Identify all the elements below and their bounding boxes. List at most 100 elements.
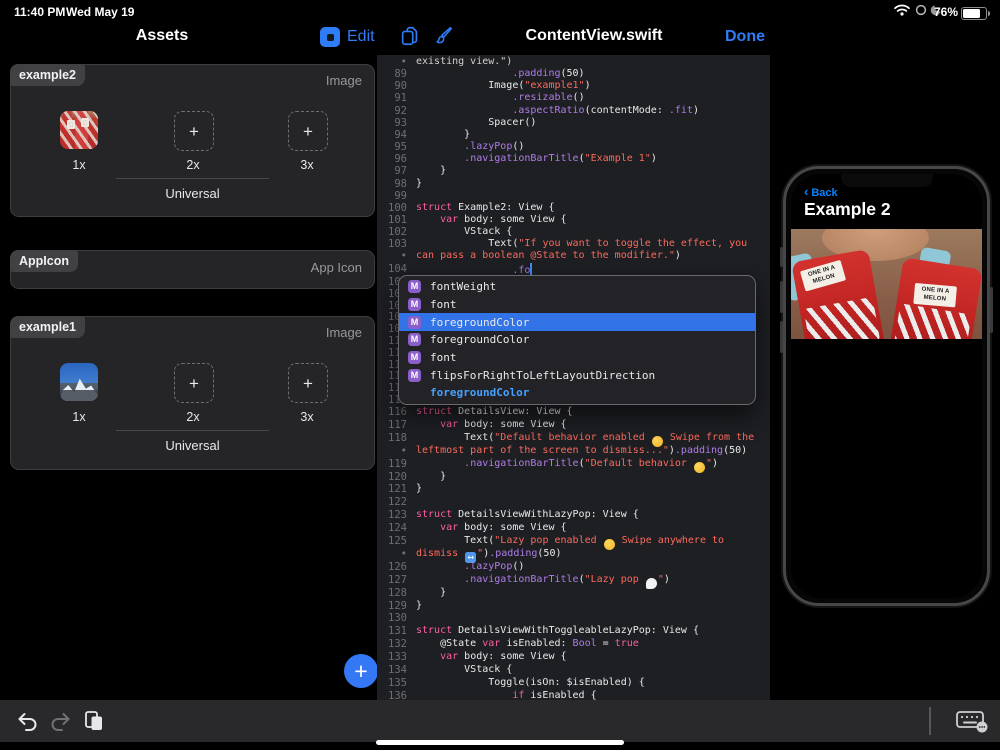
code-line[interactable]: 133 var body: some View { (377, 651, 770, 663)
code-line[interactable]: 119 .navigationBarTitle("Default behavio… (377, 458, 770, 470)
code-line[interactable]: •leftmost part of the screen to dismiss.… (377, 445, 770, 457)
code-line[interactable]: 120 } (377, 471, 770, 483)
preview-back-button[interactable]: ‹Back (804, 184, 838, 199)
code-line[interactable]: 89 .padding(50) (377, 68, 770, 80)
line-number: 125 (377, 535, 407, 547)
assets-panel: example2 Image + + 1x 2x 3x Universal Ap… (0, 55, 377, 700)
code-line[interactable]: 127 .navigationBarTitle("Lazy pop 💬") (377, 574, 770, 586)
autocomplete-item[interactable]: Mfont (399, 296, 755, 314)
code-line[interactable]: 125 Text("Lazy pop enabled 😄 Swipe anywh… (377, 535, 770, 547)
method-badge-icon: M (408, 316, 421, 329)
code-text: VStack { (416, 226, 512, 238)
code-line[interactable]: 116struct DetailsView: View { (377, 406, 770, 418)
asset-slot-2x[interactable]: + (174, 363, 214, 403)
code-text: leftmost part of the screen to dismiss..… (416, 445, 747, 457)
redo-icon[interactable] (48, 709, 72, 733)
code-line[interactable]: 99 (377, 190, 770, 202)
edit-button[interactable]: Edit (347, 28, 375, 46)
keyboard-icon[interactable] (955, 708, 989, 734)
code-line[interactable]: 96 .navigationBarTitle("Example 1") (377, 153, 770, 165)
home-indicator[interactable] (376, 740, 624, 745)
code-line[interactable]: 94 } (377, 129, 770, 141)
code-line[interactable]: 121} (377, 483, 770, 495)
code-text: can pass a boolean @State to the modifie… (416, 250, 681, 262)
line-number: 129 (377, 600, 407, 612)
code-line[interactable]: 95 .lazyPop() (377, 141, 770, 153)
code-line[interactable]: 135 Toggle(isOn: $isEnabled) { (377, 677, 770, 689)
code-text: Spacer() (416, 117, 536, 129)
asset-card-example2[interactable]: example2 Image + + 1x 2x 3x Universal (10, 64, 375, 217)
divider (116, 430, 269, 431)
code-line[interactable]: 92 .aspectRatio(contentMode: .fit) (377, 105, 770, 117)
method-badge-icon: M (408, 298, 421, 311)
code-line[interactable]: 101 var body: some View { (377, 214, 770, 226)
scale-label-3x: 3x (269, 410, 345, 424)
asset-thumb-1x[interactable] (60, 363, 98, 401)
line-number: 94 (377, 129, 407, 141)
asset-card-example1[interactable]: example1 Image + + 1x 2x 3x Universal (10, 316, 375, 470)
asset-thumb-1x[interactable] (60, 111, 98, 149)
done-button[interactable]: Done (725, 28, 765, 46)
code-line[interactable]: •existing view.") (377, 56, 770, 68)
back-chevron-icon: ‹ (804, 184, 808, 199)
code-line[interactable]: 132 @State var isEnabled: Bool = true (377, 638, 770, 650)
code-line[interactable]: 131struct DetailsViewWithToggleableLazyP… (377, 625, 770, 637)
autocomplete-item[interactable]: MfontWeight (399, 278, 755, 296)
code-line[interactable]: •dismiss ↔️").padding(50) (377, 548, 770, 560)
code-line[interactable]: 128 } (377, 587, 770, 599)
line-number: 117 (377, 419, 407, 431)
code-line[interactable]: 100struct Example2: View { (377, 202, 770, 214)
code-line[interactable]: 134 VStack { (377, 664, 770, 676)
line-number: 92 (377, 105, 407, 117)
code-line[interactable]: 118 Text("Default behavior enabled 🥺 Swi… (377, 432, 770, 444)
code-line[interactable]: 98} (377, 178, 770, 190)
autocomplete-label: foregroundColor (430, 316, 529, 329)
paste-icon[interactable] (82, 709, 106, 733)
asset-catalog-mode-button[interactable] (320, 27, 340, 47)
code-text: .navigationBarTitle("Default behavior 😑"… (416, 458, 718, 470)
autocomplete-item[interactable]: MforegroundColor (399, 331, 755, 349)
code-line[interactable]: 117 var body: some View { (377, 419, 770, 431)
asset-slot-3x[interactable]: + (288, 363, 328, 403)
line-number: 102 (377, 226, 407, 238)
duplicate-icon[interactable] (399, 25, 421, 47)
asset-slot-2x[interactable]: + (174, 111, 214, 151)
code-line[interactable]: 129} (377, 600, 770, 612)
code-text: .padding(50) (416, 68, 585, 80)
autocomplete-item[interactable]: MflipsForRightToLeftLayoutDirection (399, 366, 755, 384)
code-text: Text("Default behavior enabled 🥺 Swipe f… (416, 432, 754, 444)
code-line[interactable]: 126 .lazyPop() (377, 561, 770, 573)
scale-label-2x: 2x (155, 410, 231, 424)
code-line[interactable]: 90 Image("example1") (377, 80, 770, 92)
line-number: 91 (377, 92, 407, 104)
code-line[interactable]: 104 .fo (377, 263, 770, 275)
paintbrush-icon[interactable] (432, 25, 454, 47)
code-text: var body: some View { (416, 651, 567, 663)
code-editor[interactable]: •existing view.")89 .padding(50)90 Image… (377, 55, 770, 700)
code-line[interactable]: 103 Text("If you want to toggle the effe… (377, 238, 770, 250)
add-asset-button[interactable]: + (344, 654, 378, 688)
autocomplete-item[interactable]: MforegroundColor (399, 313, 755, 331)
code-text: } (416, 483, 422, 495)
code-line[interactable]: 93 Spacer() (377, 117, 770, 129)
line-number: 123 (377, 509, 407, 521)
code-line[interactable]: 97 } (377, 165, 770, 177)
code-line[interactable]: 91 .resizable() (377, 92, 770, 104)
asset-card-appicon[interactable]: AppIcon App Icon (10, 250, 375, 289)
code-line[interactable]: 136 if isEnabled { (377, 690, 770, 700)
code-line[interactable]: 130 (377, 612, 770, 624)
code-line[interactable]: 123struct DetailsViewWithLazyPop: View { (377, 509, 770, 521)
code-line[interactable]: 124 var body: some View { (377, 522, 770, 534)
code-line[interactable]: 102 VStack { (377, 226, 770, 238)
code-text: existing view.") (416, 56, 512, 68)
code-text: struct DetailsViewWithToggleableLazyPop:… (416, 625, 699, 637)
live-preview-panel: ‹Back Example 2 ONE IN A MELON ONE IN A … (770, 55, 1000, 700)
undo-icon[interactable] (16, 709, 40, 733)
asset-slot-3x[interactable]: + (288, 111, 328, 151)
autocomplete-item[interactable]: Mfont (399, 349, 755, 367)
code-line[interactable]: 122 (377, 496, 770, 508)
line-number: 135 (377, 677, 407, 689)
code-text: } (416, 129, 470, 141)
code-line[interactable]: •can pass a boolean @State to the modifi… (377, 250, 770, 262)
line-number: 134 (377, 664, 407, 676)
